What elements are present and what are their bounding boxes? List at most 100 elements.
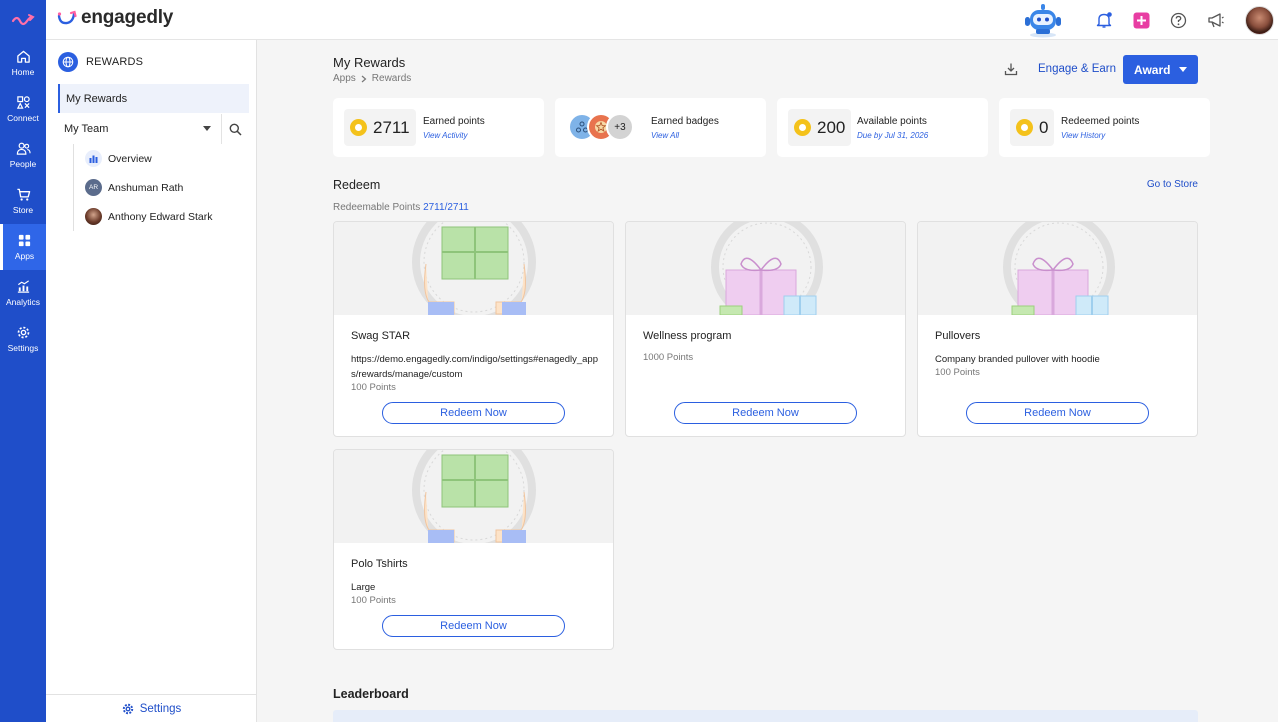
reward-name: Wellness program (643, 330, 732, 342)
bell-icon[interactable] (1095, 11, 1113, 29)
gear-icon (17, 326, 29, 339)
stat-earned-points: 2711 Earned points View Activity (333, 98, 544, 157)
rail-item-connect[interactable]: Connect (0, 86, 46, 132)
badge-stack[interactable]: +3 (568, 113, 634, 141)
coin-icon (1016, 119, 1033, 136)
tree-item-label: Anshuman Rath (108, 181, 184, 194)
reward-points: 100 Points (351, 595, 396, 606)
stat-label: Earned points (423, 116, 485, 127)
reward-name: Polo Tshirts (351, 558, 408, 570)
stat-value: 2711 (373, 117, 410, 137)
engagedly-logo-icon (11, 14, 35, 26)
rail-label: Home (11, 67, 35, 77)
engage-earn-link[interactable]: Engage & Earn (1038, 63, 1116, 75)
breadcrumb-rewards: Rewards (371, 73, 412, 84)
redeem-now-button[interactable]: Redeem Now (382, 615, 565, 637)
view-all-link[interactable]: View All (651, 131, 679, 140)
gift-hands-image (334, 450, 613, 543)
redeemable-label: Redeemable Points (333, 202, 421, 213)
reward-points: 1000 Points (643, 352, 694, 363)
stats-row: 2711 Earned points View Activity +3 Earn… (333, 98, 1210, 157)
reward-card[interactable]: Pullovers Company branded pullover with … (917, 221, 1198, 437)
redeemable-value: 2711/2711 (423, 202, 469, 213)
globe-icon (58, 52, 78, 72)
redeem-now-button[interactable]: Redeem Now (674, 402, 857, 424)
award-label: Award (1134, 62, 1171, 77)
bar-chart-icon (85, 150, 102, 167)
go-to-store-link[interactable]: Go to Store (1147, 179, 1198, 190)
rail-item-home[interactable]: Home (0, 40, 46, 86)
cart-icon (16, 188, 30, 201)
badge-more-count: +3 (606, 113, 634, 141)
reward-card[interactable]: Swag STAR https://demo.engagedly.com/ind… (333, 221, 614, 437)
engagedly-logo-icon (57, 10, 77, 25)
reward-card[interactable]: Polo Tshirts Large 100 Points Redeem Now (333, 449, 614, 650)
reward-name: Swag STAR (351, 330, 411, 342)
download-icon[interactable] (1004, 62, 1018, 76)
coin-icon (350, 119, 367, 136)
sidebar-settings-button[interactable]: Settings (46, 694, 257, 722)
gear-icon (122, 703, 133, 714)
view-history-link[interactable]: View History (1061, 131, 1105, 140)
reward-name: Pullovers (935, 330, 981, 342)
chevron-down-icon[interactable] (203, 126, 211, 131)
redeem-now-button[interactable]: Redeem Now (382, 402, 565, 424)
stat-label: Earned badges (651, 116, 719, 127)
tree-item-label: Anthony Edward Stark (108, 210, 213, 223)
rail-logo[interactable] (0, 0, 46, 40)
tree-item-label: Overview (108, 152, 152, 165)
stat-earned-badges: +3 Earned badges View All (555, 98, 766, 157)
team-tree: Overview AR Anshuman Rath Anthony Edward… (73, 144, 256, 231)
stat-value: 0 (1039, 117, 1049, 137)
user-avatar[interactable] (1245, 5, 1274, 35)
redeem-heading: Redeem (333, 178, 381, 192)
divider (221, 114, 222, 144)
reward-description: https://demo.engagedly.com/indigo/settin… (351, 354, 598, 380)
tree-item-overview[interactable]: Overview (74, 144, 256, 173)
breadcrumb-apps[interactable]: Apps (333, 73, 356, 84)
leaderboard-panel (333, 710, 1198, 722)
main-content: My Rewards Apps Rewards Engage & Earn Aw… (257, 40, 1278, 722)
settings-label: Settings (139, 702, 182, 715)
add-plus-icon[interactable] (1133, 12, 1150, 29)
reward-card[interactable]: Wellness program 1000 Points Redeem Now (625, 221, 906, 437)
tree-item-anthony[interactable]: Anthony Edward Stark (74, 202, 256, 231)
sidebar-title: REWARDS (86, 56, 144, 68)
coin-icon (794, 119, 811, 136)
rail-item-analytics[interactable]: Analytics (0, 270, 46, 316)
my-team-label: My Team (64, 123, 109, 135)
robot-assistant-icon[interactable] (1021, 2, 1065, 38)
avatar (85, 208, 102, 225)
stat-available-points: 200 Available points Due by Jul 31, 2026 (777, 98, 988, 157)
breadcrumb: Apps Rewards (333, 73, 411, 84)
megaphone-icon[interactable] (1207, 12, 1225, 29)
rail-label: Apps (14, 251, 35, 261)
due-date-link[interactable]: Due by Jul 31, 2026 (857, 131, 928, 140)
view-activity-link[interactable]: View Activity (423, 131, 467, 140)
rail-item-apps[interactable]: Apps (0, 224, 46, 270)
sidebar-item-my-rewards[interactable]: My Rewards (58, 84, 249, 113)
rail-item-people[interactable]: People (0, 132, 46, 178)
connect-icon (16, 96, 30, 109)
reward-points: 100 Points (351, 382, 396, 393)
award-button[interactable]: Award (1123, 55, 1198, 84)
tree-item-anshuman[interactable]: AR Anshuman Rath (74, 173, 256, 202)
brand-logo[interactable]: engagedly (56, 7, 173, 29)
my-team-dropdown[interactable]: My Team (46, 114, 256, 144)
stat-redeemed-points: 0 Redeemed points View History (999, 98, 1210, 157)
rail-item-store[interactable]: Store (0, 178, 46, 224)
rail-item-settings[interactable]: Settings (0, 316, 46, 362)
rail-label: Settings (7, 343, 39, 353)
stat-value: 200 (817, 117, 846, 137)
search-icon[interactable] (229, 123, 242, 136)
help-icon[interactable] (1170, 12, 1187, 29)
redeem-now-button[interactable]: Redeem Now (966, 402, 1149, 424)
people-icon (16, 142, 31, 155)
rewards-sidebar: REWARDS My Rewards My Team Overview AR A… (46, 40, 257, 722)
page-title: My Rewards (333, 55, 406, 70)
gift-hands-image (334, 222, 613, 315)
left-rail: Home Connect People Store Apps Analytics… (0, 0, 46, 722)
top-bar: engagedly (46, 0, 1278, 40)
brand-name: engagedly (81, 7, 174, 28)
chevron-down-icon (1179, 67, 1187, 72)
